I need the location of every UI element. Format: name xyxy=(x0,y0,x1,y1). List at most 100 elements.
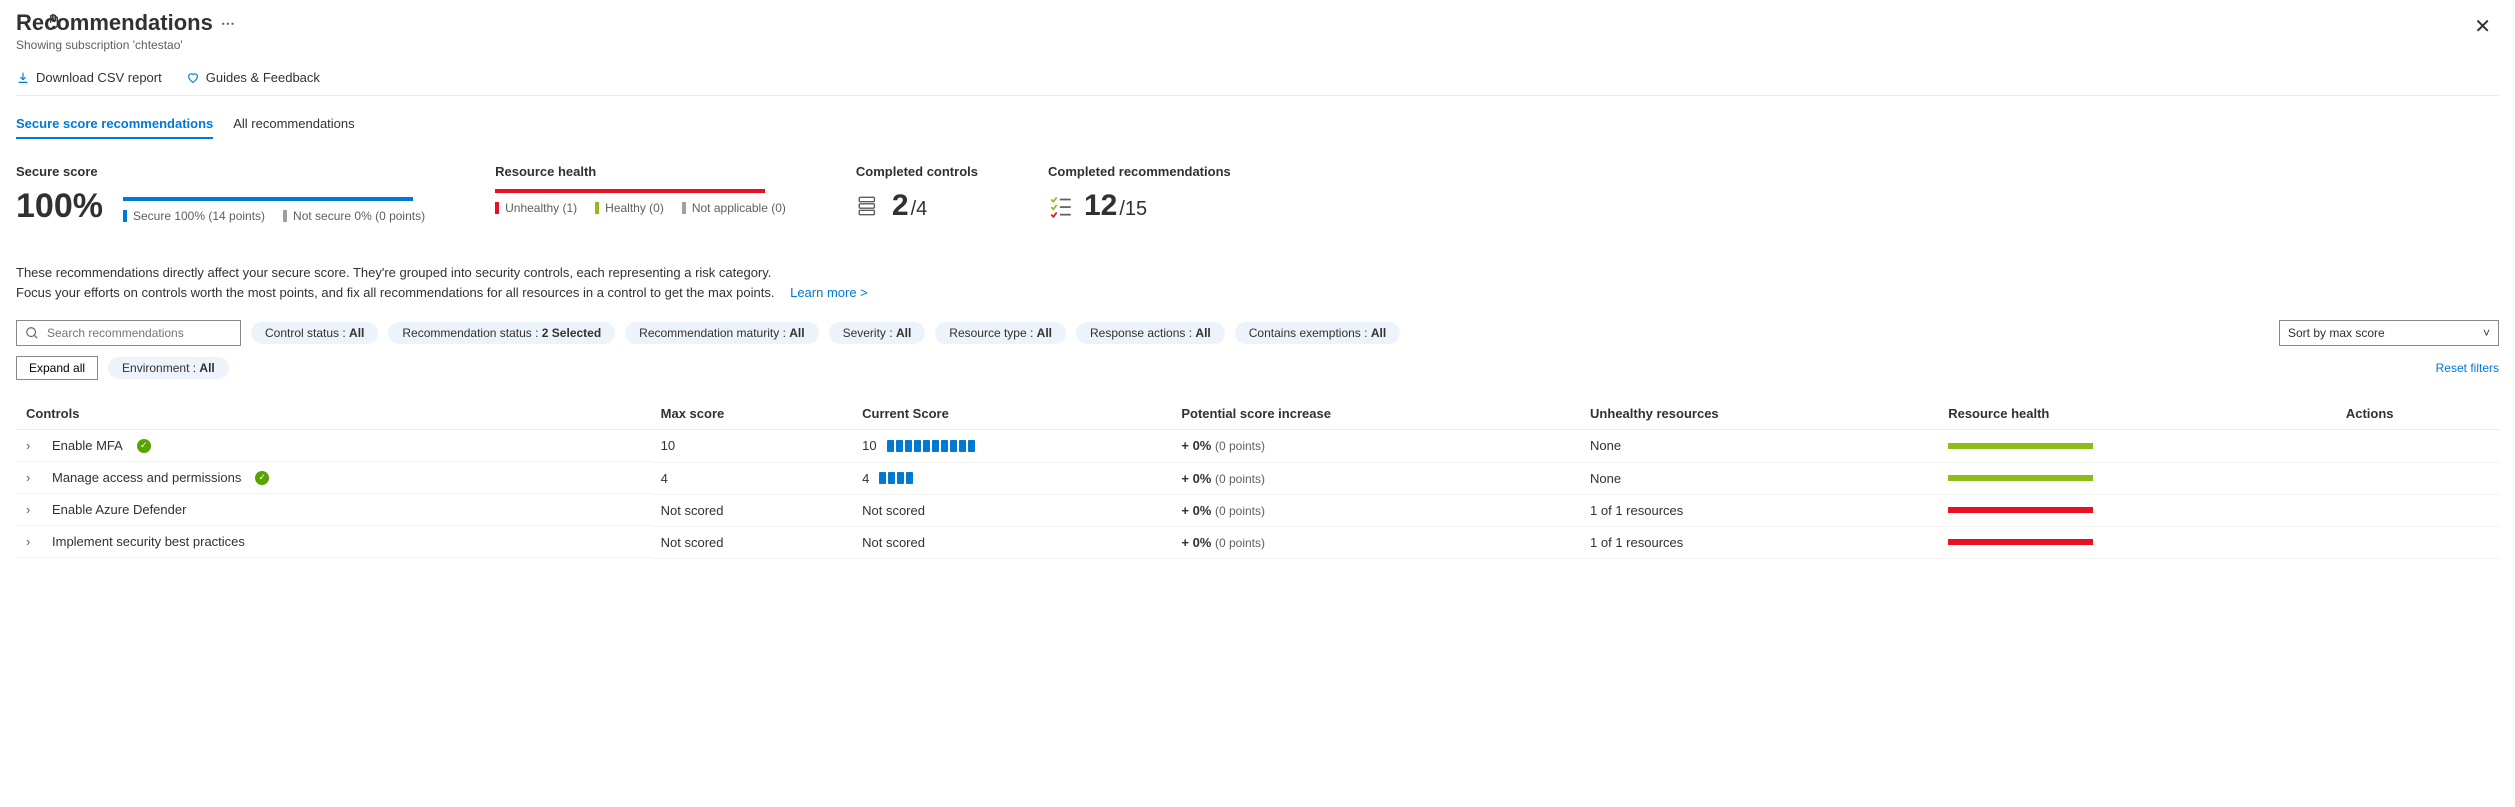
legend-healthy: Healthy (0) xyxy=(595,201,664,215)
checklist-icon xyxy=(856,193,882,219)
search-input[interactable] xyxy=(45,325,232,341)
sort-label: Sort by max score xyxy=(2288,326,2385,340)
heart-icon xyxy=(186,71,200,85)
completed-rec-num: 12 xyxy=(1084,189,1117,223)
resource-health-block: Resource health Unhealthy (1) Healthy (0… xyxy=(495,164,786,223)
download-csv-label: Download CSV report xyxy=(36,70,162,85)
score-dots xyxy=(879,472,913,484)
recommendations-table: Controls Max score Current Score Potenti… xyxy=(16,398,2499,559)
more-menu-icon[interactable]: ⋯ xyxy=(221,15,235,32)
resource-health-cell xyxy=(1938,526,2336,558)
download-csv-button[interactable]: Download CSV report xyxy=(16,70,162,85)
completed-rec-denom: /15 xyxy=(1119,198,1147,221)
chevron-right-icon[interactable]: › xyxy=(26,502,38,517)
col-rh[interactable]: Resource health xyxy=(1938,398,2336,430)
description-line1: These recommendations directly affect yo… xyxy=(16,265,771,280)
current-score: Not scored xyxy=(852,494,1171,526)
search-icon xyxy=(25,326,39,340)
col-current[interactable]: Current Score xyxy=(852,398,1171,430)
control-name: Enable Azure Defender xyxy=(52,502,186,517)
check-badge-icon: ✓ xyxy=(255,471,269,485)
col-unhealthy[interactable]: Unhealthy resources xyxy=(1580,398,1938,430)
control-name: Manage access and permissions xyxy=(52,470,241,485)
secure-score-value: 100% xyxy=(16,189,103,223)
potential-increase: + 0% (0 points) xyxy=(1171,462,1580,494)
resource-health-bar xyxy=(1948,443,2093,449)
col-max[interactable]: Max score xyxy=(651,398,852,430)
guides-feedback-label: Guides & Feedback xyxy=(206,70,320,85)
reset-filters-link[interactable]: Reset filters xyxy=(2436,361,2499,375)
legend-unhealthy: Unhealthy (1) xyxy=(495,201,577,215)
unhealthy-resources: 1 of 1 resources xyxy=(1580,526,1938,558)
legend-secure: Secure 100% (14 points) xyxy=(123,209,265,223)
actions-cell xyxy=(2336,430,2499,463)
filter-recommendation-status[interactable]: Recommendation status : 2 Selected xyxy=(388,322,615,344)
guides-feedback-button[interactable]: Guides & Feedback xyxy=(186,70,320,85)
potential-increase: + 0% (0 points) xyxy=(1171,526,1580,558)
download-icon xyxy=(16,71,30,85)
completed-controls-block: Completed controls 2/4 xyxy=(856,164,978,223)
control-name: Implement security best practices xyxy=(52,534,245,549)
cursor-icon xyxy=(44,12,64,32)
max-score: Not scored xyxy=(651,526,852,558)
filter-severity[interactable]: Severity : All xyxy=(829,322,926,344)
chevron-down-icon: ˅ xyxy=(2483,326,2490,340)
score-dots xyxy=(887,440,975,452)
current-score: 4 xyxy=(852,462,1171,494)
secure-score-bar xyxy=(123,197,413,201)
unhealthy-resources: None xyxy=(1580,462,1938,494)
unhealthy-resources: None xyxy=(1580,430,1938,463)
search-input-wrapper[interactable] xyxy=(16,320,241,346)
filter-response-actions[interactable]: Response actions : All xyxy=(1076,322,1225,344)
learn-more-link[interactable]: Learn more > xyxy=(790,285,868,300)
filter-exemptions[interactable]: Contains exemptions : All xyxy=(1235,322,1400,344)
actions-cell xyxy=(2336,494,2499,526)
potential-increase: + 0% (0 points) xyxy=(1171,494,1580,526)
page-subtitle: Showing subscription 'chtestao' xyxy=(16,38,235,52)
secure-score-label: Secure score xyxy=(16,164,425,179)
col-controls[interactable]: Controls xyxy=(16,398,651,430)
completed-controls-denom: /4 xyxy=(911,198,928,221)
legend-not-secure: Not secure 0% (0 points) xyxy=(283,209,425,223)
actions-cell xyxy=(2336,526,2499,558)
filter-maturity[interactable]: Recommendation maturity : All xyxy=(625,322,818,344)
resource-health-cell xyxy=(1938,494,2336,526)
resource-health-cell xyxy=(1938,430,2336,463)
control-name: Enable MFA xyxy=(52,438,123,453)
table-row[interactable]: › Enable Azure Defender Not scoredNot sc… xyxy=(16,494,2499,526)
col-actions[interactable]: Actions xyxy=(2336,398,2499,430)
chevron-right-icon[interactable]: › xyxy=(26,438,38,453)
expand-all-button[interactable]: Expand all xyxy=(16,356,98,380)
unhealthy-resources: 1 of 1 resources xyxy=(1580,494,1938,526)
legend-na: Not applicable (0) xyxy=(682,201,786,215)
filter-resource-type[interactable]: Resource type : All xyxy=(935,322,1066,344)
col-potential[interactable]: Potential score increase xyxy=(1171,398,1580,430)
filter-control-status[interactable]: Control status : All xyxy=(251,322,378,344)
secure-score-block: Secure score 100% Secure 100% (14 points… xyxy=(16,164,425,223)
sort-dropdown[interactable]: Sort by max score ˅ xyxy=(2279,320,2499,346)
completed-rec-label: Completed recommendations xyxy=(1048,164,1231,179)
table-row[interactable]: › Enable MFA ✓1010+ 0% (0 points)None xyxy=(16,430,2499,463)
chevron-right-icon[interactable]: › xyxy=(26,534,38,549)
tab-secure-score[interactable]: Secure score recommendations xyxy=(16,116,213,139)
filter-environment[interactable]: Environment : All xyxy=(108,357,229,379)
current-score: 10 xyxy=(852,430,1171,463)
chevron-right-icon[interactable]: › xyxy=(26,470,38,485)
tasks-icon xyxy=(1048,193,1074,219)
tab-all-recommendations[interactable]: All recommendations xyxy=(233,116,354,139)
max-score: Not scored xyxy=(651,494,852,526)
actions-cell xyxy=(2336,462,2499,494)
table-row[interactable]: › Manage access and permissions ✓44+ 0% … xyxy=(16,462,2499,494)
max-score: 4 xyxy=(651,462,852,494)
table-row[interactable]: › Implement security best practices Not … xyxy=(16,526,2499,558)
resource-health-bar xyxy=(1948,539,2093,545)
resource-health-bar xyxy=(495,189,765,193)
resource-health-bar xyxy=(1948,475,2093,481)
description-line2: Focus your efforts on controls worth the… xyxy=(16,285,774,300)
close-button[interactable]: ✕ xyxy=(2466,10,2499,43)
completed-controls-num: 2 xyxy=(892,189,909,223)
resource-health-bar xyxy=(1948,507,2093,513)
resource-health-cell xyxy=(1938,462,2336,494)
completed-recommendations-block: Completed recommendations 12/15 xyxy=(1048,164,1231,223)
check-badge-icon: ✓ xyxy=(137,439,151,453)
